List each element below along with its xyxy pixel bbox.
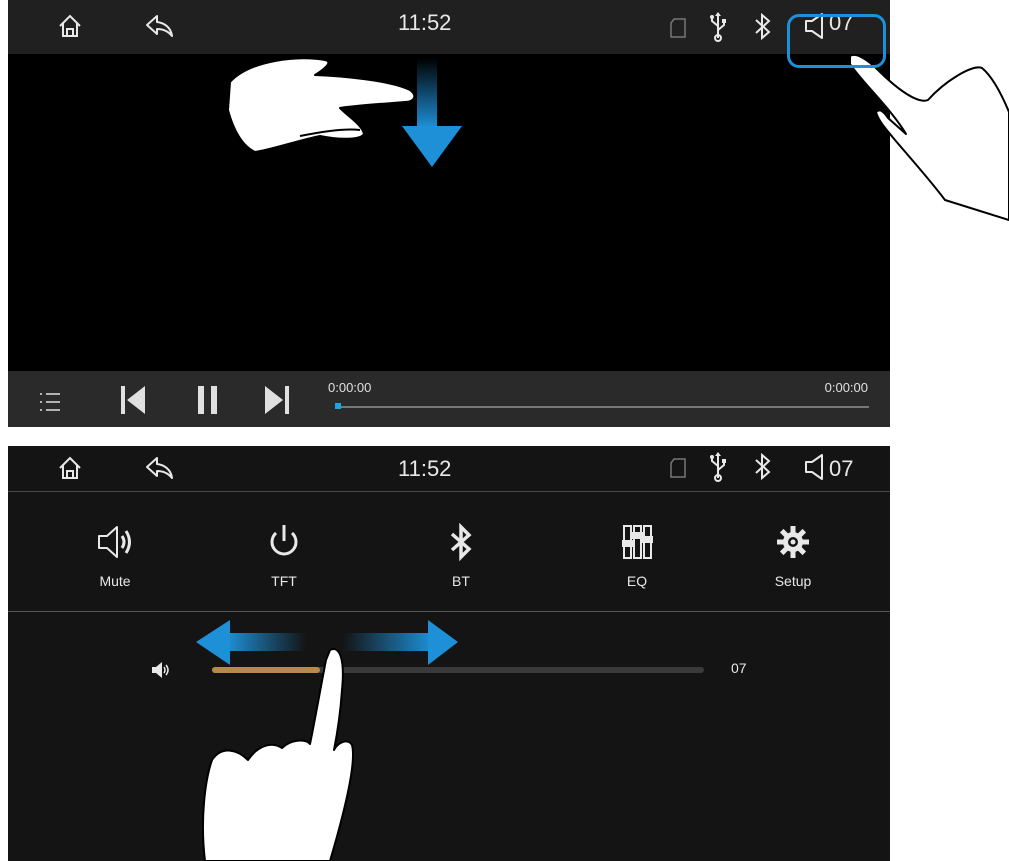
progress-track[interactable] xyxy=(335,406,869,408)
usb-icon xyxy=(708,452,728,487)
speaker-icon xyxy=(98,526,131,558)
bt-label: BT xyxy=(452,573,470,589)
next-icon[interactable] xyxy=(265,386,289,419)
sd-card-icon xyxy=(670,458,686,483)
previous-icon[interactable] xyxy=(121,386,145,419)
home-icon[interactable] xyxy=(56,12,84,45)
progress-knob[interactable] xyxy=(335,403,341,409)
volume-screen: 11:52 07 Mute TFT BT EQ Setup 07 xyxy=(8,446,890,861)
playlist-icon[interactable] xyxy=(38,391,62,418)
setup-button[interactable]: Setup xyxy=(748,522,838,589)
clock: 11:52 xyxy=(398,10,452,35)
status-bar: 11:52 07 xyxy=(8,446,890,492)
tft-button[interactable]: TFT xyxy=(239,522,329,589)
media-control-bar: 0:00:00 0:00:00 xyxy=(8,371,890,427)
time-total: 0:00:00 xyxy=(824,380,868,395)
power-icon xyxy=(270,525,298,556)
eq-label: EQ xyxy=(626,573,648,589)
bt-button[interactable]: BT xyxy=(416,522,506,589)
tft-label: TFT xyxy=(271,573,297,589)
bluetooth-icon xyxy=(753,452,773,487)
player-screen: 11:52 07 0:00:00 0:00:00 xyxy=(8,0,890,427)
status-bar: 11:52 07 xyxy=(8,0,890,54)
volume-slider[interactable] xyxy=(212,667,704,673)
bluetooth-icon xyxy=(753,12,773,47)
speaker-icon xyxy=(151,662,171,683)
time-elapsed: 0:00:00 xyxy=(328,380,372,395)
back-icon[interactable] xyxy=(143,12,175,45)
mute-button[interactable]: Mute xyxy=(70,522,160,589)
back-icon[interactable] xyxy=(143,454,175,487)
sd-card-icon xyxy=(670,18,686,43)
usb-icon xyxy=(708,12,728,47)
clock: 11:52 xyxy=(398,456,452,481)
home-icon[interactable] xyxy=(56,454,84,487)
volume-slider-fill xyxy=(212,667,321,673)
eq-button[interactable]: EQ xyxy=(592,522,682,589)
speaker-icon[interactable] xyxy=(803,453,829,486)
setup-label: Setup xyxy=(774,573,812,589)
mute-label: Mute xyxy=(99,573,131,589)
gear-icon xyxy=(777,526,809,558)
equalizer-icon xyxy=(622,525,653,559)
pause-icon[interactable] xyxy=(198,386,218,419)
volume-value: 07 xyxy=(731,660,747,676)
volume-level[interactable]: 07 xyxy=(829,456,853,482)
divider xyxy=(8,611,890,612)
bluetooth-icon xyxy=(450,522,472,562)
volume-highlight xyxy=(787,14,886,68)
